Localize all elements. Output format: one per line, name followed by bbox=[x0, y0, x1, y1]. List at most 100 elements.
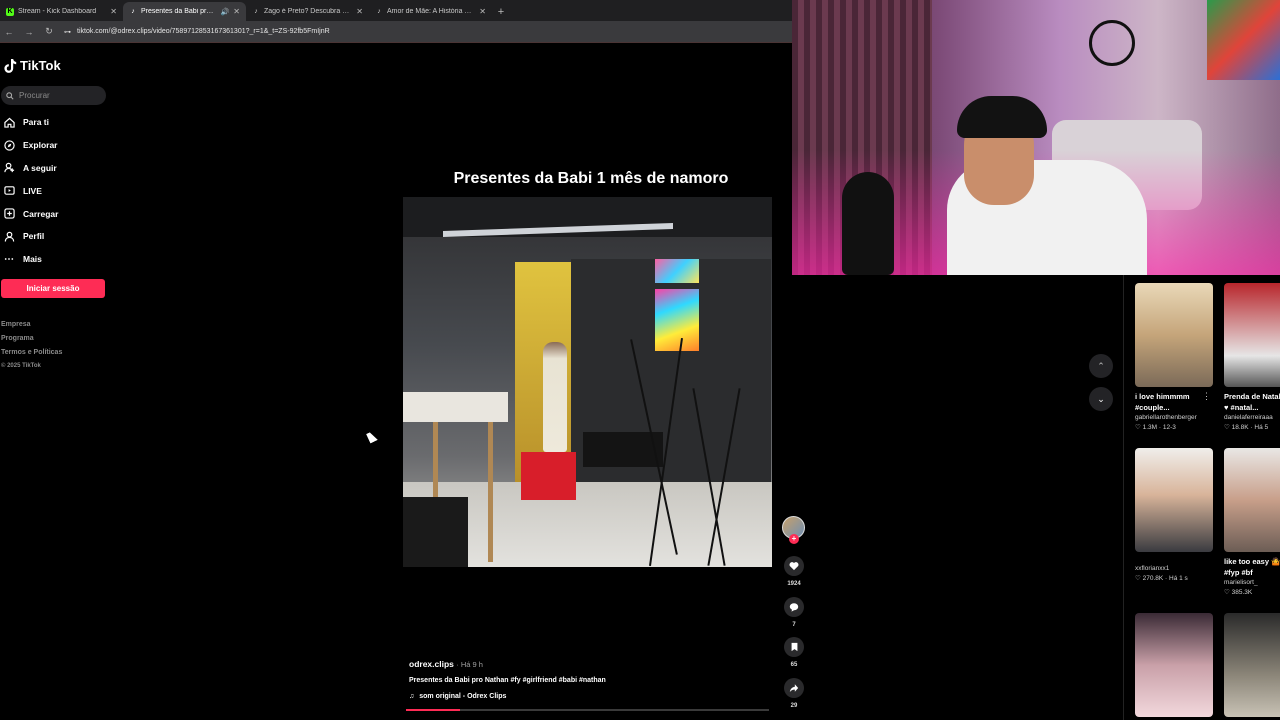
scroll-down-button[interactable]: ⌄ bbox=[1089, 387, 1113, 411]
nav-label: Explorar bbox=[23, 140, 58, 151]
forward-icon[interactable]: → bbox=[24, 27, 34, 37]
compass-icon bbox=[3, 139, 15, 151]
card-stats: ♡ 1.3M · 12-3 bbox=[1135, 424, 1176, 431]
video-progress-bar[interactable] bbox=[406, 709, 769, 711]
tab-title: Zago é Preto? Descubra a Verdade bbox=[264, 8, 353, 15]
nav-item-perfil[interactable]: Perfil bbox=[3, 225, 58, 248]
live-icon bbox=[3, 185, 15, 197]
comment-count: 7 bbox=[792, 622, 796, 628]
webcam-scene bbox=[842, 172, 894, 275]
video-thumbnail[interactable] bbox=[1224, 613, 1280, 717]
nav-label: LIVE bbox=[23, 185, 42, 196]
nav-item-carregar[interactable]: Carregar bbox=[3, 202, 58, 225]
recommended-video-card[interactable]: i love himmmm #couple... ⋮ gabriellarothenb… bbox=[1135, 283, 1213, 431]
close-icon[interactable]: ✕ bbox=[233, 7, 240, 16]
search-icon bbox=[6, 91, 14, 100]
address-bar: ← → ↻ ⊶ tiktok.com/@odrex.clips/video/75… bbox=[0, 21, 792, 43]
nav-label: A seguir bbox=[23, 162, 57, 173]
card-title-line2: #fyp #bf bbox=[1224, 568, 1253, 577]
site-info-icon[interactable]: ⊶ bbox=[64, 28, 71, 36]
recommended-video-card[interactable] bbox=[1135, 613, 1213, 717]
nav-label: Perfil bbox=[23, 231, 45, 242]
video-scene bbox=[403, 392, 508, 422]
card-username[interactable]: xxflorianxx1 bbox=[1135, 565, 1213, 572]
tab-title: Presentes da Babi pro Nathan bbox=[141, 8, 217, 15]
author-name[interactable]: odrex.clips bbox=[409, 659, 454, 669]
recommended-video-card[interactable] bbox=[1224, 613, 1280, 717]
follow-plus-icon[interactable]: + bbox=[789, 534, 799, 544]
home-icon bbox=[3, 116, 15, 128]
back-icon[interactable]: ← bbox=[4, 27, 14, 37]
tab-tiktok-2[interactable]: ♪ Zago é Preto? Descubra a Verdade ✕ bbox=[246, 2, 369, 21]
nav-item-explorar[interactable]: Explorar bbox=[3, 134, 58, 157]
recommended-video-card[interactable]: Prenda de Natal♥ #natal...⋮danielaferrei… bbox=[1224, 283, 1280, 431]
reload-icon[interactable]: ↻ bbox=[44, 26, 54, 37]
webcam-scene bbox=[957, 96, 1047, 138]
like-button[interactable]: 1924 bbox=[783, 556, 805, 587]
scroll-up-button[interactable]: ⌃ bbox=[1089, 354, 1113, 378]
video-thumbnail[interactable] bbox=[1135, 613, 1213, 717]
video-overlay-title: Presentes da Babi 1 mês de namoro bbox=[453, 170, 729, 187]
video-thumbnail[interactable] bbox=[1135, 448, 1213, 552]
following-icon bbox=[3, 162, 15, 174]
sound-name: som original - Odrex Clips bbox=[419, 693, 507, 700]
video-scene bbox=[488, 422, 493, 562]
close-icon[interactable]: ✕ bbox=[356, 7, 363, 16]
sound-link[interactable]: ♫ som original - Odrex Clips bbox=[409, 693, 769, 700]
tiktok-logo-icon bbox=[4, 58, 17, 73]
search-input[interactable]: Procurar bbox=[1, 86, 106, 105]
new-tab-button[interactable]: + bbox=[492, 2, 510, 21]
profile-icon bbox=[3, 230, 15, 242]
webcam-scene bbox=[1207, 0, 1280, 80]
copyright: © 2025 TikTok bbox=[1, 363, 41, 369]
video-thumbnail[interactable] bbox=[1224, 448, 1280, 552]
nav-item-mais[interactable]: ⋯ Mais bbox=[3, 248, 58, 271]
like-count: 1924 bbox=[787, 581, 801, 587]
nav-item-para-ti[interactable]: Para ti bbox=[3, 111, 58, 134]
music-note-icon: ♫ bbox=[409, 693, 415, 700]
close-icon[interactable]: ✕ bbox=[479, 7, 486, 16]
tab-tiktok-3[interactable]: ♪ Amor de Mãe: A História de Nathan ✕ bbox=[369, 2, 492, 21]
recommended-video-card[interactable]: xxflorianxx1 ♡ 270.8K · Há 1 s bbox=[1135, 448, 1213, 582]
video-scene bbox=[403, 497, 468, 567]
recommended-video-card[interactable]: like too easy 🤷#fyp #bf⋮marielisort_♡ 38… bbox=[1224, 448, 1280, 596]
sidebar-footer: Empresa Programa Termos e Políticas © 20… bbox=[1, 321, 62, 375]
video-thumbnail[interactable] bbox=[1224, 283, 1280, 387]
posted-time: Há 9 h bbox=[460, 660, 483, 669]
video-player[interactable] bbox=[403, 197, 772, 567]
nav-label: Carregar bbox=[23, 208, 59, 219]
divider bbox=[1123, 275, 1124, 720]
tab-kick[interactable]: K Stream - Kick Dashboard ✕ bbox=[0, 2, 123, 21]
card-title: Prenda de Natal bbox=[1224, 392, 1280, 401]
login-button[interactable]: Iniciar sessão bbox=[1, 279, 105, 298]
card-username[interactable]: gabriellarothenberger bbox=[1135, 414, 1213, 421]
video-thumbnail[interactable] bbox=[1135, 283, 1213, 387]
tiktok-icon: ♪ bbox=[254, 8, 258, 15]
comment-button[interactable]: 7 bbox=[783, 597, 805, 628]
card-username[interactable]: marielisort_ bbox=[1224, 579, 1280, 586]
tiktok-logo[interactable]: TikTok bbox=[4, 58, 61, 73]
card-title: like too easy 🤷 bbox=[1224, 557, 1280, 566]
card-username[interactable]: danielaferreiraaa bbox=[1224, 414, 1280, 421]
nav-item-live[interactable]: LIVE bbox=[3, 179, 58, 202]
share-button[interactable]: 29 bbox=[783, 678, 805, 709]
url-field[interactable]: ⊶ tiktok.com/@odrex.clips/video/75897128… bbox=[64, 28, 330, 36]
upload-icon bbox=[3, 208, 15, 220]
nav-label: Para ti bbox=[23, 117, 49, 128]
kick-icon: K bbox=[6, 7, 14, 16]
video-scene bbox=[655, 259, 699, 283]
footer-link-programa[interactable]: Programa bbox=[1, 335, 62, 349]
tiktok-icon: ♪ bbox=[131, 8, 135, 15]
webcam-scene bbox=[1089, 20, 1135, 66]
video-scene bbox=[543, 342, 567, 452]
tab-title: Stream - Kick Dashboard bbox=[18, 8, 97, 15]
nav-item-a-seguir[interactable]: A seguir bbox=[3, 157, 58, 180]
bookmark-icon bbox=[784, 637, 804, 657]
close-icon[interactable]: ✕ bbox=[110, 7, 117, 16]
footer-link-empresa[interactable]: Empresa bbox=[1, 321, 62, 335]
save-button[interactable]: 65 bbox=[783, 637, 805, 668]
speaker-icon[interactable]: 🔊 bbox=[221, 8, 230, 16]
tab-tiktok-active[interactable]: ♪ Presentes da Babi pro Nathan 🔊 ✕ bbox=[123, 2, 246, 21]
footer-link-termos[interactable]: Termos e Políticas bbox=[1, 349, 62, 363]
more-options-icon[interactable]: ⋮ bbox=[1202, 391, 1211, 402]
